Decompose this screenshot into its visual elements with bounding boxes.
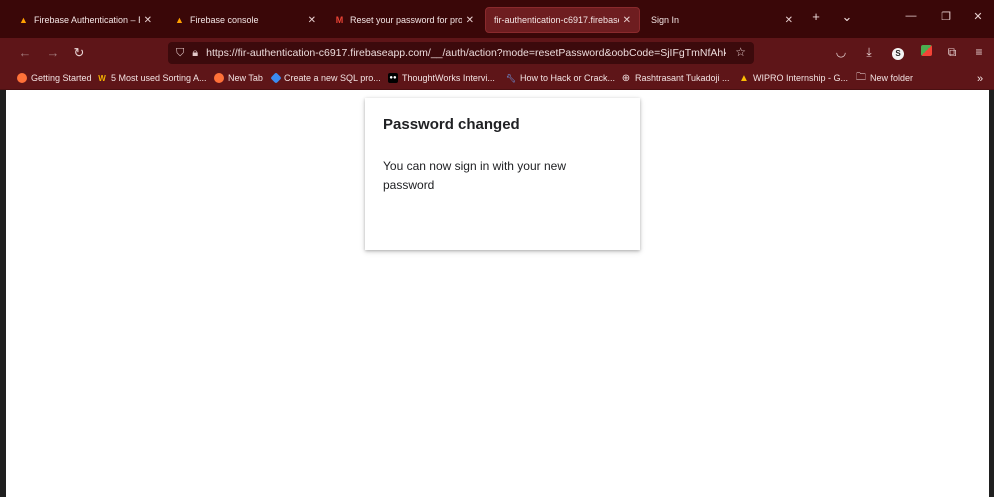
tab-title: fir-authentication-c6917.firebasea [494, 15, 619, 25]
bookmark-item[interactable]: Create a new SQL pro... [270, 72, 381, 84]
window-close-button[interactable]: ✕ [966, 10, 990, 23]
bookmarks-toolbar: Getting Started W 5 Most used Sorting A..… [0, 68, 994, 90]
minimize-button[interactable]: — [899, 10, 923, 22]
gmail-icon: M [335, 15, 344, 25]
extensions-puzzle-icon[interactable]: ⧉ [943, 45, 961, 60]
pocket-icon[interactable]: ◡ [832, 45, 850, 59]
download-icon[interactable]: ⤓ [860, 45, 878, 60]
back-arrow-icon[interactable]: ← [16, 45, 34, 60]
bookmark-item[interactable]: New Tab [214, 73, 263, 83]
firebase-icon: ▲ [19, 15, 28, 25]
bookmark-label: Getting Started [31, 73, 92, 83]
tab-gmail-reset[interactable]: M Reset your password for proje ✕ [326, 7, 482, 33]
w-icon: W [98, 73, 106, 83]
tab-title: Sign In [651, 15, 680, 25]
bookmark-label: New folder [870, 73, 914, 83]
close-icon[interactable]: ✕ [466, 15, 474, 26]
bookmark-label: ThoughtWorks Intervi... [402, 73, 495, 83]
bookmark-label: 5 Most used Sorting A... [111, 73, 207, 83]
firefox-icon [17, 73, 27, 83]
bookmark-item[interactable]: ▲ WIPRO Internship - G... [739, 72, 849, 84]
bookmark-label: WIPRO Internship - G... [753, 73, 849, 83]
bookmark-label: Rashtrasant Tukadoji ... [635, 73, 730, 83]
navigation-toolbar: ← → ↻ ⛉ 🔒︎ https://fir-authentication-c6… [0, 38, 994, 68]
firebase-icon: ▲ [175, 15, 184, 25]
list-tabs-button[interactable]: ⌄ [837, 9, 857, 25]
extension-icon[interactable] [917, 45, 935, 59]
tab-fir-auth-active[interactable]: fir-authentication-c6917.firebasea ✕ [485, 7, 640, 33]
shield-icon[interactable]: ⛉ [176, 47, 184, 60]
globe-icon: ⊕ [621, 72, 631, 84]
password-changed-card: Password changed You can now sign in wit… [365, 98, 640, 250]
new-tab-button[interactable]: + [806, 9, 826, 24]
bookmark-item[interactable]: 🗀︎ New folder [856, 71, 914, 84]
tab-title: Reset your password for proje [350, 15, 462, 25]
forward-arrow-icon[interactable]: → [44, 45, 62, 60]
bookmark-item[interactable]: ●● ThoughtWorks Intervi... [388, 73, 495, 83]
bookmark-item[interactable]: ⊕ Rashtrasant Tukadoji ... [621, 72, 730, 84]
firefox-icon [214, 73, 224, 83]
close-icon[interactable]: ✕ [144, 15, 152, 26]
bookmark-item[interactable]: W 5 Most used Sorting A... [97, 73, 207, 83]
drive-icon: ▲ [739, 72, 749, 84]
close-icon[interactable]: ✕ [308, 15, 316, 26]
sql-icon [270, 72, 282, 84]
close-icon[interactable]: ✕ [623, 15, 631, 26]
bookmark-item[interactable]: Getting Started [17, 73, 92, 83]
wrench-icon: 🔧︎ [505, 73, 517, 83]
card-message: You can now sign in with your new passwo… [383, 159, 566, 192]
profile-avatar[interactable]: S [889, 45, 907, 60]
tab-title: Firebase console [190, 15, 259, 25]
card-title: Password changed [383, 116, 520, 133]
bookmark-label: How to Hack or Crack... [520, 73, 616, 83]
tab-firebase-auth[interactable]: ▲ Firebase Authentication – Real ✕ [10, 7, 160, 33]
bookmarks-overflow-icon[interactable]: » [977, 73, 983, 85]
profile-letter: S [892, 48, 904, 60]
tab-firebase-console[interactable]: ▲ Firebase console ✕ [166, 7, 324, 33]
tab-sign-in[interactable]: Sign In ✕ [643, 7, 801, 33]
tab-title: Firebase Authentication – Real [34, 15, 140, 25]
url-text[interactable]: https://fir-authentication-c6917.firebas… [206, 47, 726, 59]
medium-icon: ●● [388, 73, 398, 83]
bookmark-star-icon[interactable]: ☆ [735, 45, 746, 59]
bookmark-label: New Tab [228, 73, 263, 83]
address-bar[interactable]: ⛉ 🔒︎ https://fir-authentication-c6917.fi… [168, 42, 754, 64]
page-viewport: Password changed You can now sign in wit… [6, 90, 989, 497]
lock-icon[interactable]: 🔒︎ [192, 47, 198, 60]
restore-button[interactable]: ❐ [934, 10, 958, 23]
bookmark-label: Create a new SQL pro... [284, 73, 381, 83]
reload-icon[interactable]: ↻ [70, 45, 88, 61]
bookmark-item[interactable]: 🔧︎ How to Hack or Crack... [506, 73, 615, 83]
folder-icon: 🗀︎ [856, 71, 866, 83]
menu-icon[interactable]: ≡ [970, 45, 988, 59]
close-icon[interactable]: ✕ [785, 15, 793, 26]
tab-strip: ▲ Firebase Authentication – Real ✕ ▲ Fir… [0, 0, 994, 38]
